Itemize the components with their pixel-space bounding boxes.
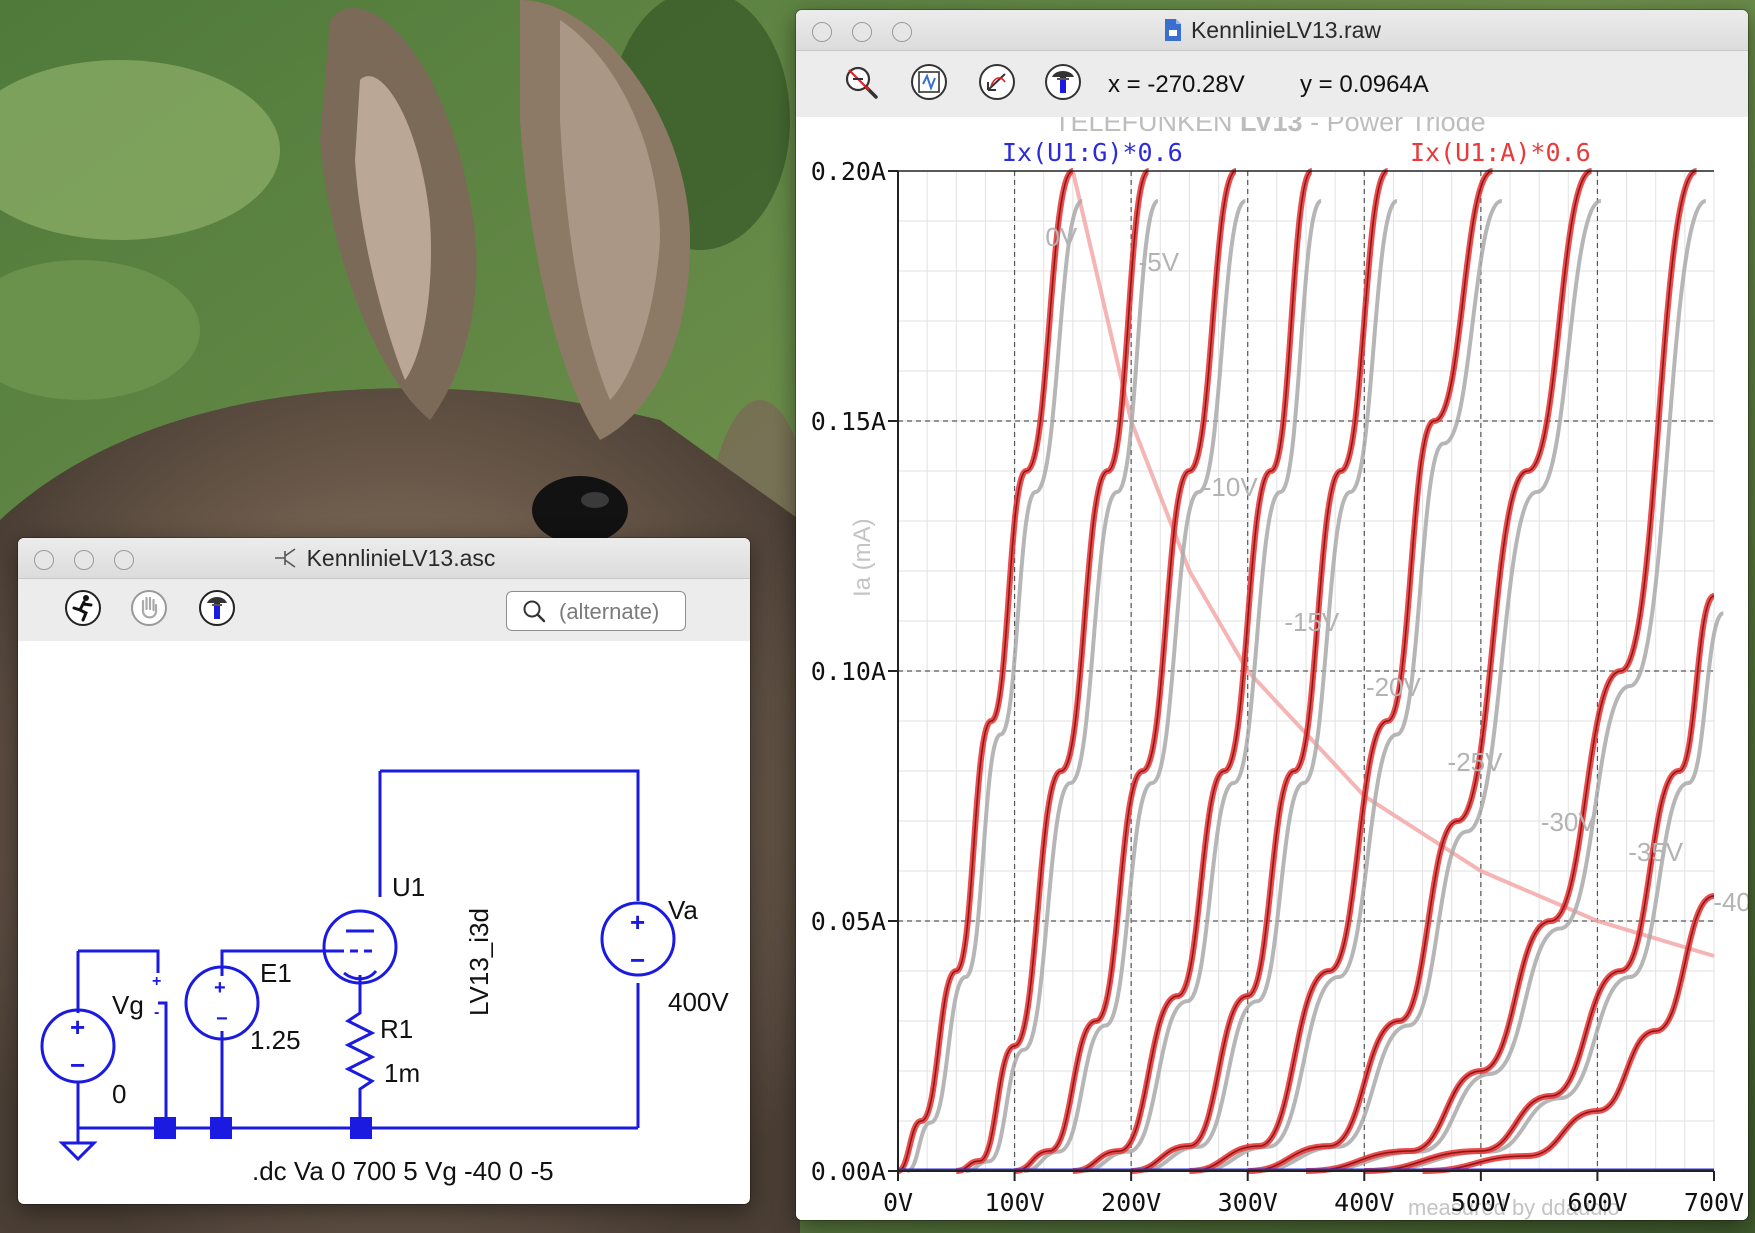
x-tick-label: 500V: [1451, 1188, 1511, 1217]
curve-voltage-label: -5V: [1139, 247, 1180, 277]
y-tick-label: 0.00A: [811, 1157, 886, 1186]
plot-title: KennlinieLV13.raw: [796, 17, 1748, 44]
ground-symbol: [58, 1141, 98, 1162]
trace-label-anode-current: Ix(U1:A)*0.6: [1410, 138, 1591, 167]
wire-vg-to-e1plus: [78, 949, 160, 973]
datasheet-ylabel: Ia (mA): [849, 518, 876, 597]
measured-curve: [1373, 611, 1725, 1173]
y-tick-label: 0.05A: [811, 907, 886, 936]
x-tick-label: 400V: [1334, 1188, 1394, 1217]
search-input[interactable]: (alternate): [506, 591, 686, 631]
e1-minus-sign: −: [216, 1008, 228, 1030]
y-tick-label: 0.10A: [811, 657, 886, 686]
datasheet-title: TELEFUNKEN LV13 - Power Triode: [1054, 117, 1486, 137]
va-minus-sign: −: [630, 945, 645, 975]
wire-r1: [344, 975, 376, 1128]
curve-voltage-label: -30V: [1541, 807, 1597, 837]
vg-minus-sign: −: [70, 1050, 85, 1080]
zoom-area-button[interactable]: [840, 61, 882, 103]
x-tick-label: 100V: [984, 1188, 1044, 1217]
schematic-window: KennlinieLV13.asc (alternate) + − + − + …: [18, 538, 750, 1204]
schematic-titlebar[interactable]: KennlinieLV13.asc: [18, 538, 750, 579]
running-man-icon: [65, 590, 101, 626]
junction-node: [350, 1117, 372, 1139]
curve-voltage-label: -15V: [1284, 607, 1340, 637]
u1-cathode: [343, 969, 378, 981]
measured-curve: [1257, 199, 1602, 1173]
curve-voltage-label: -20V: [1366, 672, 1422, 702]
va-ref-label: Va: [668, 895, 698, 925]
schematic-title: KennlinieLV13.asc: [18, 545, 750, 572]
plot-window: KennlinieLV13.raw x = -270.28V y = 0.096…: [796, 10, 1748, 1220]
probe-icon: [199, 590, 235, 626]
curve-voltage-label: -25V: [1448, 747, 1504, 777]
vg-ref-label: Vg: [112, 990, 144, 1020]
curve-voltage-label: -35V: [1628, 837, 1684, 867]
plot-titlebar[interactable]: KennlinieLV13.raw: [796, 10, 1748, 51]
measured-curve: [1140, 199, 1398, 1173]
raw-file-icon: [1164, 19, 1181, 41]
r1-ref-label: R1: [380, 1014, 413, 1044]
x-tick-label: 200V: [1101, 1188, 1161, 1217]
probe-icon: [1045, 64, 1081, 100]
x-tick-label: 0V: [883, 1188, 913, 1217]
autorange-icon: [911, 64, 947, 100]
r1-value-label: 1m: [384, 1058, 420, 1088]
junction-node: [210, 1117, 232, 1139]
spice-directive: .dc Va 0 700 5 Vg -40 0 -5: [252, 1156, 554, 1186]
y-tick-label: 0.20A: [811, 157, 886, 186]
zoom-back-button[interactable]: [976, 61, 1018, 103]
zoom-back-icon: [979, 64, 1015, 100]
u1-ref-label: U1: [392, 872, 425, 902]
schematic-toolbar: (alternate): [18, 579, 750, 641]
y-tick-label: 0.15A: [811, 407, 886, 436]
e1-gain-label: 1.25: [250, 1025, 301, 1055]
halt-button[interactable]: [128, 587, 170, 629]
curve-voltage-label: 0V: [1045, 222, 1077, 252]
measured-curve: [1082, 199, 1324, 1173]
x-tick-label: 700V: [1684, 1188, 1744, 1217]
vg-value-label: 0: [112, 1079, 126, 1109]
cursor-y-readout: y = 0.0964A: [1300, 71, 1429, 98]
hand-icon: [131, 590, 167, 626]
probe-button[interactable]: [196, 587, 238, 629]
wire-e1minus-feedback: [158, 1001, 168, 1128]
autorange-button[interactable]: [908, 61, 950, 103]
va-value-label: 400V: [668, 987, 729, 1017]
trace-label-grid-current: Ix(U1:G)*0.6: [1002, 138, 1183, 167]
cursor-x-readout: x = -270.28V: [1108, 71, 1245, 98]
plot-toolbar: x = -270.28V y = 0.0964A: [796, 51, 1748, 117]
e1-ctrl-plus: +: [152, 973, 161, 990]
u1-tube: [322, 909, 398, 985]
e1-ctrl-minus: -: [154, 1004, 159, 1021]
magnifier-icon: [845, 66, 878, 99]
run-simulation-button[interactable]: [62, 587, 104, 629]
schematic-canvas[interactable]: + − + − + − + - U1 LV13_i3d E1 1.25 R1 1…: [18, 641, 750, 1204]
vg-plus-sign: +: [70, 1012, 85, 1042]
search-placeholder: (alternate): [559, 599, 660, 624]
junction-node: [154, 1117, 176, 1139]
u1-model-label: LV13_i3d: [464, 908, 494, 1016]
curve-voltage-label: -10V: [1203, 472, 1259, 502]
curve-voltage-label: -40V: [1713, 887, 1748, 917]
plot-area[interactable]: TELEFUNKEN LV13 - Power Triode Ia (mA) mea…: [796, 117, 1748, 1220]
schematic-document-icon: [274, 548, 296, 568]
probe-button[interactable]: [1042, 61, 1084, 103]
x-tick-label: 300V: [1218, 1188, 1278, 1217]
va-plus-sign: +: [630, 907, 645, 937]
measured-curve: [906, 199, 1084, 1173]
iv-characteristics-chart: TELEFUNKEN LV13 - Power TriodeIa (mA)mea…: [811, 117, 1748, 1220]
e1-ref-label: E1: [260, 958, 292, 988]
e1-plus-sign: +: [214, 977, 226, 999]
x-tick-label: 600V: [1567, 1188, 1627, 1217]
search-icon: [523, 600, 546, 623]
